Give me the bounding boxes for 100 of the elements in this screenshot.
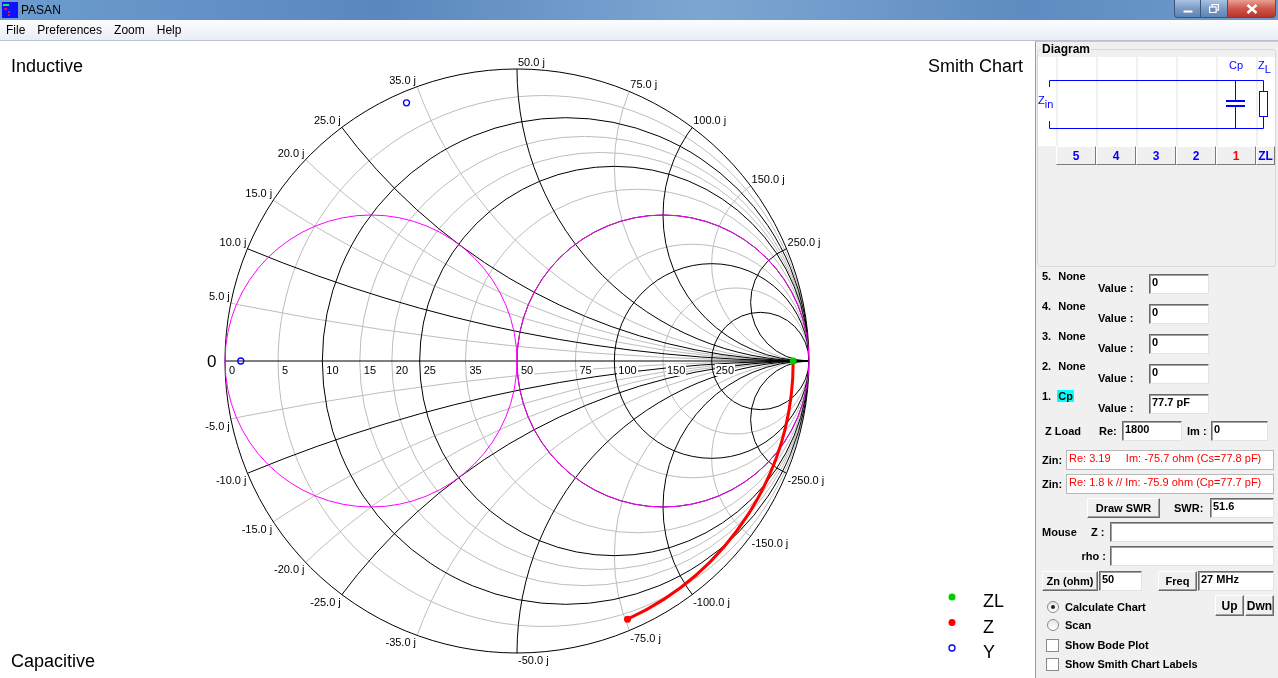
zn-button[interactable]: Zn (ohm) xyxy=(1042,571,1098,591)
slot-button[interactable]: 5 xyxy=(1056,146,1096,165)
value-field[interactable]: 0 xyxy=(1149,304,1209,324)
reactance-label: 75.0 j xyxy=(630,78,658,91)
reactance-label: 15.0 j xyxy=(245,187,273,200)
im-field[interactable]: 0 xyxy=(1211,421,1268,441)
value-label: Value : xyxy=(1098,402,1135,416)
mouse-z-field[interactable] xyxy=(1110,522,1274,542)
menu-item[interactable]: Help xyxy=(150,23,188,37)
reactance-label: -15.0 j xyxy=(241,522,273,535)
dot-marker-icon xyxy=(789,357,797,365)
ring-marker-icon xyxy=(237,357,245,365)
resistance-label: 5 xyxy=(281,364,290,376)
maximize-icon xyxy=(1209,4,1219,13)
checkbox[interactable] xyxy=(1046,638,1059,652)
group-title: Diagram xyxy=(1041,43,1092,56)
resistance-label: 100 xyxy=(617,364,638,376)
zn-field[interactable]: 50 xyxy=(1099,571,1142,591)
z-load-label: Z Load xyxy=(1045,425,1083,437)
minimize-button[interactable] xyxy=(1174,0,1201,18)
zin-field[interactable]: Re: 3.19 Im: -75.7 ohm (Cs=77.8 pF) xyxy=(1066,450,1274,470)
slot-button[interactable]: ZL xyxy=(1256,146,1275,165)
checkbox-label: Show Smith Chart Labels xyxy=(1065,658,1198,670)
menu-item[interactable]: Preferences xyxy=(31,23,109,37)
reactance-label: 100.0 j xyxy=(693,114,727,127)
step-button[interactable]: Up xyxy=(1215,595,1244,616)
radio-label: Scan xyxy=(1065,619,1092,631)
reactance-label: 5.0 j xyxy=(209,290,230,303)
reactance-label: -250.0 j xyxy=(787,474,825,487)
close-icon xyxy=(1245,3,1258,14)
component-name[interactable]: Cp xyxy=(1057,390,1074,402)
freq-button[interactable]: Freq xyxy=(1158,571,1197,591)
legend-label: ZL xyxy=(983,591,1004,611)
swr-field[interactable]: 51.6 xyxy=(1210,498,1274,518)
resistance-label: 25 xyxy=(422,364,437,376)
reactance-label: 250.0 j xyxy=(787,235,821,248)
reactance-label: -75.0 j xyxy=(630,631,661,644)
value-field[interactable]: 0 xyxy=(1149,364,1209,384)
slot-button[interactable]: 2 xyxy=(1176,146,1216,165)
im-label: Im : xyxy=(1187,425,1208,437)
legend-label: Y xyxy=(983,642,995,662)
slot-button[interactable]: 3 xyxy=(1136,146,1176,165)
radio-button[interactable] xyxy=(1047,619,1059,631)
radio-button[interactable] xyxy=(1047,601,1059,613)
legend-label: Z xyxy=(983,616,994,637)
reactance-label: -35.0 j xyxy=(385,636,417,649)
reactance-label: 35.0 j xyxy=(389,73,417,86)
slot-button[interactable]: 1 xyxy=(1216,146,1256,165)
reactance-label: -50.0 j xyxy=(518,654,549,666)
draw-swr-button[interactable]: Draw SWR xyxy=(1087,498,1160,518)
component-name[interactable]: None xyxy=(1057,270,1087,282)
component-number: 5. xyxy=(1042,270,1052,282)
value-field[interactable]: 0 xyxy=(1149,334,1209,354)
slot-button[interactable]: 4 xyxy=(1096,146,1136,165)
value-label: Value : xyxy=(1098,372,1135,386)
resistance-label: 0 xyxy=(228,364,237,376)
reactance-label: -20.0 j xyxy=(273,563,305,576)
close-button[interactable] xyxy=(1228,0,1276,18)
reactance-label: 20.0 j xyxy=(277,146,305,159)
menu-item[interactable]: File xyxy=(0,23,32,37)
resistance-label: 15 xyxy=(362,364,377,376)
maximize-button[interactable] xyxy=(1201,0,1228,18)
swr-label: SWR: xyxy=(1174,502,1205,514)
z-label: Z : xyxy=(1091,526,1106,538)
resistance-label: 50 xyxy=(520,364,535,376)
capacitor-symbol xyxy=(1225,80,1246,129)
zin-field[interactable]: Re: 1.8 k // Im: -75.9 ohm (Cp=77.7 pF) xyxy=(1066,474,1274,494)
resistor-symbol xyxy=(1259,80,1268,129)
resistance-label: 75 xyxy=(578,364,593,376)
minimize-icon xyxy=(1182,10,1193,13)
menu-item[interactable]: Zoom xyxy=(108,23,151,37)
value-label: Value : xyxy=(1098,342,1135,356)
component-name[interactable]: None xyxy=(1057,360,1087,372)
axis-origin-label: 0 xyxy=(207,352,217,371)
component-name[interactable]: None xyxy=(1057,330,1087,342)
reactance-label: -25.0 j xyxy=(310,595,341,608)
rho-label: rho : xyxy=(1080,550,1107,562)
reactance-label: -100.0 j xyxy=(693,595,730,608)
chart-title: Smith Chart xyxy=(927,56,1023,76)
component-number: 2. xyxy=(1042,360,1052,372)
checkbox-label: Show Bode Plot xyxy=(1065,639,1149,651)
re-label: Re: xyxy=(1099,425,1118,437)
component-name[interactable]: None xyxy=(1057,300,1087,312)
re-field[interactable]: 1800 xyxy=(1122,421,1182,441)
step-button[interactable]: Dwn xyxy=(1245,595,1274,616)
rho-field[interactable] xyxy=(1110,546,1274,566)
radio-label: Calculate Chart xyxy=(1065,601,1146,613)
inductive-label: Inductive xyxy=(11,56,84,76)
reactance-label: 10.0 j xyxy=(219,235,247,248)
element-label: Cp xyxy=(1229,59,1244,71)
freq-field[interactable]: 27 MHz xyxy=(1198,571,1274,591)
component-number: 3. xyxy=(1042,330,1052,342)
reactance-label: -10.0 j xyxy=(215,474,247,487)
checkbox[interactable] xyxy=(1046,657,1059,671)
value-field[interactable]: 0 xyxy=(1149,274,1209,294)
reactance-label: 150.0 j xyxy=(751,172,785,185)
value-field[interactable]: 77.7 pF xyxy=(1149,394,1209,414)
value-label: Value : xyxy=(1098,282,1135,296)
resistance-label: 250 xyxy=(714,364,735,376)
component-number: 1. xyxy=(1042,390,1052,402)
